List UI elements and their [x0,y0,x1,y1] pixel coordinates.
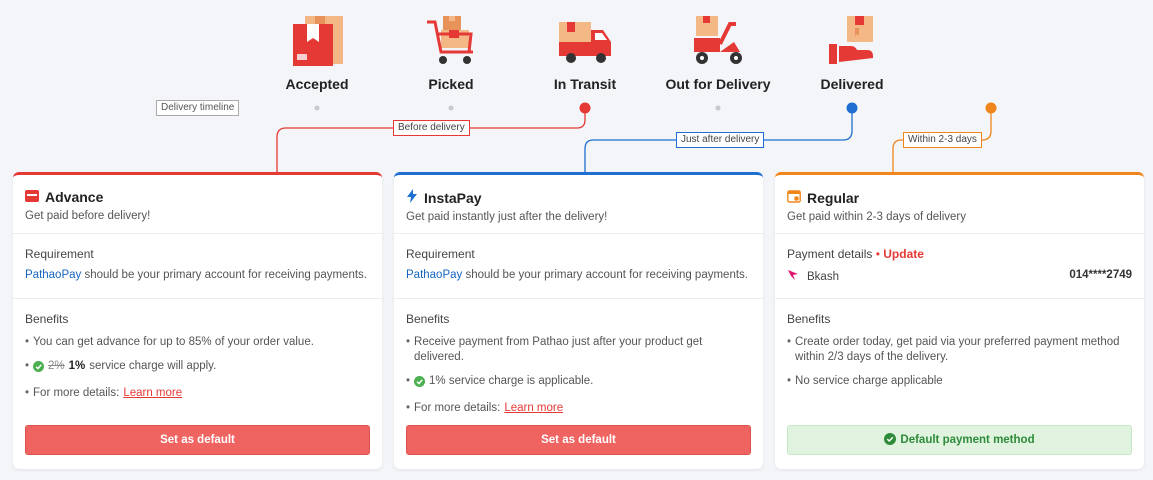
lightning-icon [406,189,418,206]
within-days-tag: Within 2-3 days [903,132,982,148]
wallet-icon [25,189,39,205]
check-circle-icon [33,359,45,377]
set-default-button[interactable]: Set as default [25,425,370,455]
payment-method-row: Bkash 014****2749 [787,269,1132,284]
regular-card: Regular Get paid within 2-3 days of deli… [775,172,1144,469]
payment-details-title: Payment details • Update [787,247,924,261]
default-payment-method-button[interactable]: Default payment method [787,425,1132,455]
advance-card: Advance Get paid before delivery! Requir… [13,172,382,469]
timeline-dot [715,105,721,111]
card-title: Advance [25,189,370,205]
benefits-title: Benefits [25,312,69,326]
benefit-item: • Receive payment from Pathao just after … [406,336,703,363]
pathaopay-link[interactable]: PathaoPay [406,269,462,281]
hand-box-icon [782,10,922,68]
stage-label: Accepted [285,76,349,92]
stage-accepted: Accepted [247,10,387,92]
requirement-title: Requirement [406,247,475,261]
timeline-tag: Delivery timeline [156,100,240,116]
benefit-item: • 1% service charge is applicable. [406,374,751,392]
after-delivery-tag: Just after delivery [676,132,765,148]
card-subtitle: Get paid within 2-3 days of delivery [787,211,966,223]
requirement-text: PathaoPay should be your primary account… [25,269,367,281]
learn-more-link[interactable]: Learn more [123,386,182,401]
benefit-item: • Create order today, get paid via your p… [787,336,1120,363]
learn-more-link[interactable]: Learn more [504,401,563,416]
stage-in-transit: In Transit [515,10,655,92]
update-link[interactable]: Update [883,247,924,261]
stage-label: Out for Delivery [665,76,771,92]
benefit-item: • 2% 1% service charge will apply. [25,359,370,377]
within-days-marker [985,102,997,114]
card-subtitle: Get paid before delivery! [25,210,151,222]
account-number: 014****2749 [1069,269,1132,281]
delivered-marker [846,102,858,114]
check-circle-icon [414,374,426,392]
stage-label: Delivered [820,76,884,92]
stage-label: In Transit [553,76,617,92]
pathaopay-link[interactable]: PathaoPay [25,269,81,281]
requirement-text: PathaoPay should be your primary account… [406,269,748,281]
bkash-icon [787,269,799,284]
benefits-title: Benefits [787,312,831,326]
benefit-item: • No service charge applicable [787,375,943,387]
stage-label: Picked [428,76,474,92]
stage-delivered: Delivered [782,10,922,92]
calendar-icon [787,189,801,206]
check-circle-icon [884,432,897,448]
card-title: Regular [787,189,1132,206]
payment-method: Bkash [807,270,839,283]
benefit-item: • For more details: Learn more [406,401,564,416]
box-icon [247,10,387,68]
stage-out-for-delivery: Out for Delivery [648,10,788,92]
stage-picked: Picked [381,10,521,92]
truck-icon [515,10,655,68]
timeline-dot [448,105,454,111]
benefit-item: • You can get advance for up to 85% of yo… [25,336,314,348]
scooter-icon [648,10,788,68]
card-subtitle: Get paid instantly just after the delive… [406,211,608,223]
timeline-dot [314,105,320,111]
requirement-title: Requirement [25,247,94,261]
in-transit-marker [579,102,591,114]
benefits-title: Benefits [406,312,450,326]
delivery-timeline: Accepted Picked In Transit Out for Deliv… [0,0,1153,172]
instapay-card: InstaPay Get paid instantly just after t… [394,172,763,469]
before-delivery-tag: Before delivery [393,120,470,136]
benefit-item: • For more details: Learn more [25,386,183,401]
set-default-button[interactable]: Set as default [406,425,751,455]
trolley-icon [381,10,521,68]
card-title: InstaPay [406,189,751,206]
